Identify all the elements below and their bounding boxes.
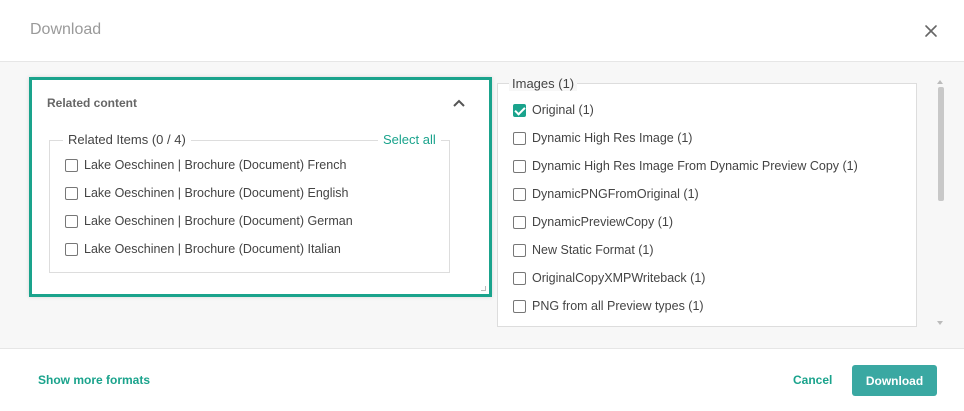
format-option-dynamic-preview-copy[interactable]: DynamicPreviewCopy (1) xyxy=(513,213,673,231)
related-item-label: Lake Oeschinen | Brochure (Document) Eng… xyxy=(84,186,349,200)
close-button[interactable] xyxy=(922,22,940,40)
related-item-german[interactable]: Lake Oeschinen | Brochure (Document) Ger… xyxy=(65,212,353,230)
format-option-original[interactable]: Original (1) xyxy=(513,101,594,119)
format-label: PNG from all Preview types (1) xyxy=(532,299,704,313)
select-all-link[interactable]: Select all xyxy=(378,132,441,147)
format-checkbox[interactable] xyxy=(513,299,526,313)
format-label: OriginalCopyXMPWriteback (1) xyxy=(532,271,706,285)
related-item-french[interactable]: Lake Oeschinen | Brochure (Document) Fre… xyxy=(65,156,346,174)
format-checkbox[interactable] xyxy=(513,325,526,326)
scrollbar[interactable] xyxy=(936,80,945,330)
scroll-up-arrow-icon[interactable] xyxy=(937,80,943,84)
related-item-english[interactable]: Lake Oeschinen | Brochure (Document) Eng… xyxy=(65,184,349,202)
related-item-label: Lake Oeschinen | Brochure (Document) Fre… xyxy=(84,158,347,172)
format-checkbox[interactable] xyxy=(513,131,526,145)
format-checkbox[interactable] xyxy=(513,271,526,285)
format-checkbox[interactable] xyxy=(513,215,526,229)
related-item-checkbox[interactable] xyxy=(65,158,78,172)
format-option-dynamic-high-res-from-preview[interactable]: Dynamic High Res Image From Dynamic Prev… xyxy=(513,157,858,175)
related-item-label: Lake Oeschinen | Brochure (Document) Ger… xyxy=(84,214,353,228)
resize-grip[interactable] xyxy=(481,286,486,291)
format-option-original-copy-xmp[interactable]: OriginalCopyXMPWriteback (1) xyxy=(513,269,705,287)
format-label: DynamicPNGFromOriginal (1) xyxy=(532,187,699,201)
related-item-italian[interactable]: Lake Oeschinen | Brochure (Document) Ita… xyxy=(65,240,341,258)
related-item-checkbox[interactable] xyxy=(65,214,78,228)
format-option-dynamic-high-res[interactable]: Dynamic High Res Image (1) xyxy=(513,129,692,147)
related-content-title: Related content xyxy=(47,96,138,110)
dialog-title: Download xyxy=(30,21,102,38)
scroll-thumb[interactable] xyxy=(938,87,944,201)
download-button[interactable]: Download xyxy=(852,365,937,396)
dialog-header: Download xyxy=(0,0,964,62)
related-content-panel: Related content Related Items (0 / 4) Se… xyxy=(29,77,492,297)
dialog-body: Related content Related Items (0 / 4) Se… xyxy=(0,62,964,348)
format-label: Dynamic High Res Image From Dynamic Prev… xyxy=(532,159,858,173)
related-item-checkbox[interactable] xyxy=(65,186,78,200)
close-icon xyxy=(925,25,937,37)
format-checkbox[interactable] xyxy=(513,159,526,173)
dialog-footer: Show more formats Cancel Download xyxy=(0,348,964,411)
related-item-checkbox[interactable] xyxy=(65,242,78,256)
cancel-button[interactable]: Cancel xyxy=(793,373,832,387)
show-more-formats-link[interactable]: Show more formats xyxy=(38,373,150,387)
images-legend: Images (1) xyxy=(509,76,578,91)
format-option-dynamic-png[interactable]: DynamicPNGFromOriginal (1) xyxy=(513,185,699,203)
related-items-group: Related Items (0 / 4) Select all Lake Oe… xyxy=(49,132,450,273)
format-label: Original (1) xyxy=(532,103,594,117)
download-dialog: Download Related content Related Items (… xyxy=(0,0,964,411)
format-label: New Static Format (1) xyxy=(532,243,654,257)
chevron-up-icon xyxy=(453,99,465,107)
images-format-panel: Original (1) Dynamic High Res Image (1) … xyxy=(497,83,917,327)
format-option-png-all-preview[interactable]: PNG from all Preview types (1) xyxy=(513,297,704,315)
format-option-new-static[interactable]: New Static Format (1) xyxy=(513,241,654,259)
format-checkbox[interactable] xyxy=(513,103,526,117)
scroll-down-arrow-icon[interactable] xyxy=(937,321,943,325)
format-label: Dynamic High Res Image (1) xyxy=(532,131,693,145)
format-checkbox[interactable] xyxy=(513,187,526,201)
related-items-legend: Related Items (0 / 4) xyxy=(63,132,191,147)
related-item-label: Lake Oeschinen | Brochure (Document) Ita… xyxy=(84,242,341,256)
collapse-button[interactable] xyxy=(452,96,466,110)
format-label: DynamicPreviewCopy (1) xyxy=(532,215,674,229)
format-checkbox[interactable] xyxy=(513,243,526,257)
format-option-partial[interactable] xyxy=(513,323,526,326)
